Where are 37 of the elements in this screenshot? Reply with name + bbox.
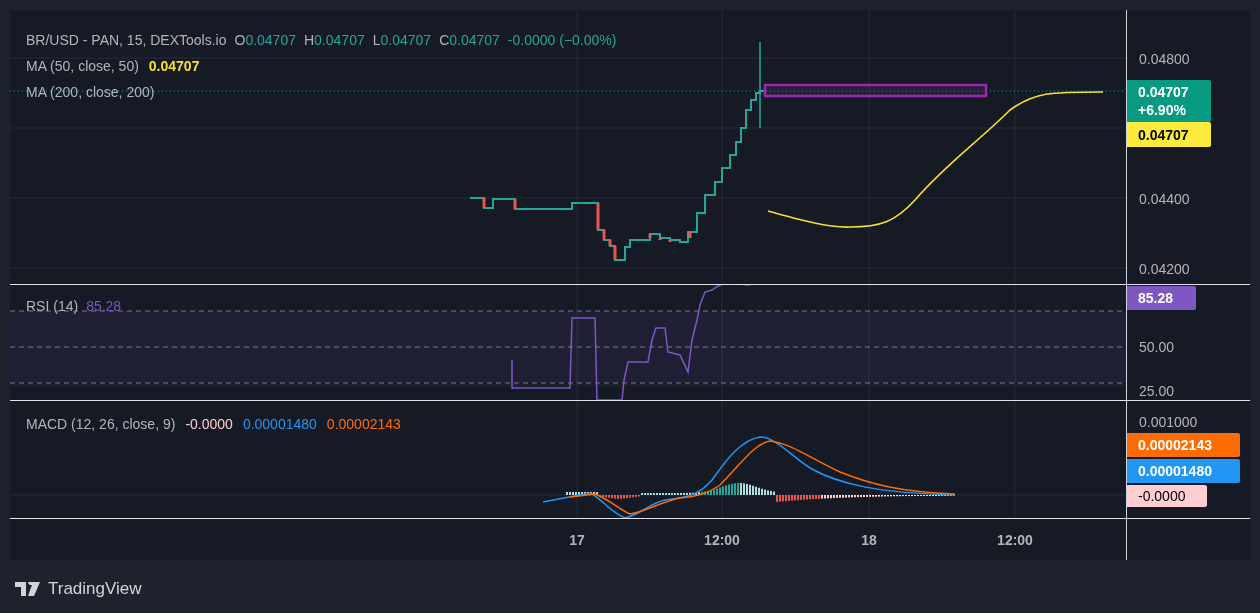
rsi-label: 85.28 (1127, 286, 1196, 310)
price-label: 0.04707 (1127, 122, 1211, 147)
logo-icon (15, 581, 42, 596)
ohlc-value: 0.04707 (449, 31, 500, 50)
chart-title: BR/USD - PAN, 15, DEXTools.io (26, 31, 227, 50)
time-label: 12:00 (997, 531, 1033, 549)
ohlc-value: 0.04707 (314, 31, 365, 50)
time-label: 12:00 (704, 531, 740, 549)
brand-name: TradingView (48, 578, 142, 600)
ohlc-label: C (439, 31, 450, 50)
price-label: 0.04707 +6.90% (1127, 80, 1211, 122)
indicator-label: MACD (12, 26, close, 9) (26, 415, 176, 433)
macd-label: -0.0000 (1127, 485, 1207, 507)
indicator-value: 0.00001480 (242, 415, 317, 433)
indicator-value: 0.00002143 (326, 415, 401, 433)
ohlc-label: H (304, 31, 315, 50)
ohlc-label: O (234, 31, 246, 50)
price-change: -0.0000 (−0.00%) (507, 31, 617, 50)
macd-label: 0.00002143 (1127, 433, 1240, 457)
ohlc-value: 0.04707 (245, 31, 296, 50)
indicator-value: 0.04707 (148, 57, 200, 76)
indicator-label: MA (50, close, 50) (26, 57, 139, 76)
axis-label: 0.04800 (1139, 50, 1190, 68)
indicator-value: 85.28 (86, 297, 122, 315)
axis-label: 50.00 (1139, 339, 1175, 355)
axis-label: 25.00 (1139, 383, 1175, 399)
ohlc-value: 0.04707 (380, 31, 432, 50)
axis-label: 0.04400 (1139, 190, 1190, 208)
ohlc-label: L (372, 31, 381, 50)
indicator-label: MA (200, close, 200) (26, 83, 155, 102)
axis-label: 0.04200 (1139, 260, 1190, 278)
axis-label: 0.001000 (1139, 414, 1198, 430)
indicator-value: -0.0000 (185, 415, 233, 433)
time-label: 17 (569, 531, 585, 549)
macd-label: 0.00001480 (1127, 459, 1240, 483)
indicator-label: RSI (14) (26, 297, 79, 315)
time-label: 18 (861, 531, 877, 549)
